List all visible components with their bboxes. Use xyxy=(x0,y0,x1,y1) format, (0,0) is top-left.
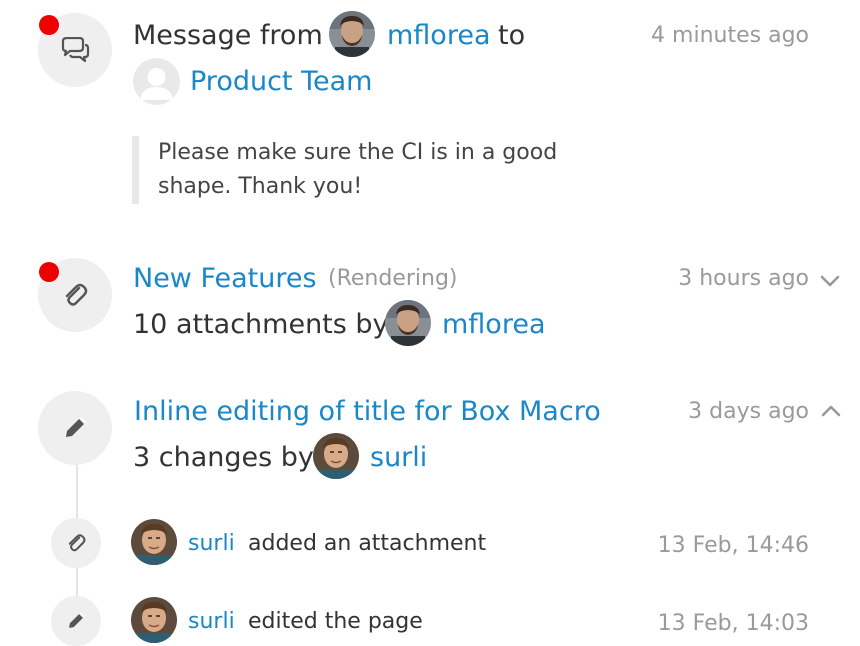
group-avatar[interactable] xyxy=(133,58,180,105)
avatar[interactable] xyxy=(329,11,375,57)
detail-time: 13 Feb, 14:03 xyxy=(657,611,809,636)
chevron-up-icon xyxy=(821,405,841,417)
avatar[interactable] xyxy=(313,433,359,479)
detail-icon-circle xyxy=(51,596,101,646)
recipient-link[interactable]: Product Team xyxy=(190,65,372,99)
message-quote: Please make sure the CI is in a good sha… xyxy=(132,136,588,204)
unread-indicator xyxy=(39,262,59,282)
message-heading: Message from xyxy=(133,19,323,53)
expand-toggle[interactable] xyxy=(817,268,843,294)
detail-time: 13 Feb, 14:46 xyxy=(657,533,809,558)
detail-action: added an attachment xyxy=(248,531,487,556)
group-icon xyxy=(133,58,180,105)
event-time: 4 minutes ago xyxy=(651,23,809,48)
author-link[interactable]: surli xyxy=(188,529,235,559)
user-avatar-image xyxy=(329,11,375,57)
detail-action: edited the page xyxy=(248,609,423,634)
author-link[interactable]: mflorea xyxy=(442,308,546,342)
chevron-down-icon xyxy=(820,275,840,287)
changes-summary: 3 changes by xyxy=(133,442,314,473)
detail-icon-circle xyxy=(51,518,101,568)
event-time: 3 days ago xyxy=(688,399,809,424)
chat-icon xyxy=(61,37,90,63)
collapse-toggle[interactable] xyxy=(818,398,844,424)
author-link[interactable]: mflorea xyxy=(387,19,491,53)
avatar[interactable] xyxy=(131,519,177,565)
avatar[interactable] xyxy=(385,300,431,346)
avatar[interactable] xyxy=(131,597,177,643)
pencil-icon xyxy=(69,612,85,628)
event-icon-circle xyxy=(38,391,112,465)
event-time: 3 hours ago xyxy=(678,266,809,291)
attachments-summary: 10 attachments by xyxy=(133,309,389,340)
paperclip-icon xyxy=(68,534,86,552)
paperclip-icon xyxy=(65,283,88,306)
author-link[interactable]: surli xyxy=(370,441,427,475)
user-avatar-image xyxy=(313,433,359,479)
author-link[interactable]: surli xyxy=(188,607,235,637)
user-avatar-image xyxy=(385,300,431,346)
document-title-link[interactable]: New Features xyxy=(133,262,317,296)
pencil-icon xyxy=(66,416,87,437)
page-title-link[interactable]: Inline editing of title for Box Macro xyxy=(134,395,601,429)
document-tag: (Rendering) xyxy=(328,266,458,291)
user-avatar-image xyxy=(131,519,177,565)
to-label: to xyxy=(498,20,526,51)
unread-indicator xyxy=(39,15,59,35)
message-prefix: Message from xyxy=(133,20,323,51)
user-avatar-image xyxy=(131,597,177,643)
